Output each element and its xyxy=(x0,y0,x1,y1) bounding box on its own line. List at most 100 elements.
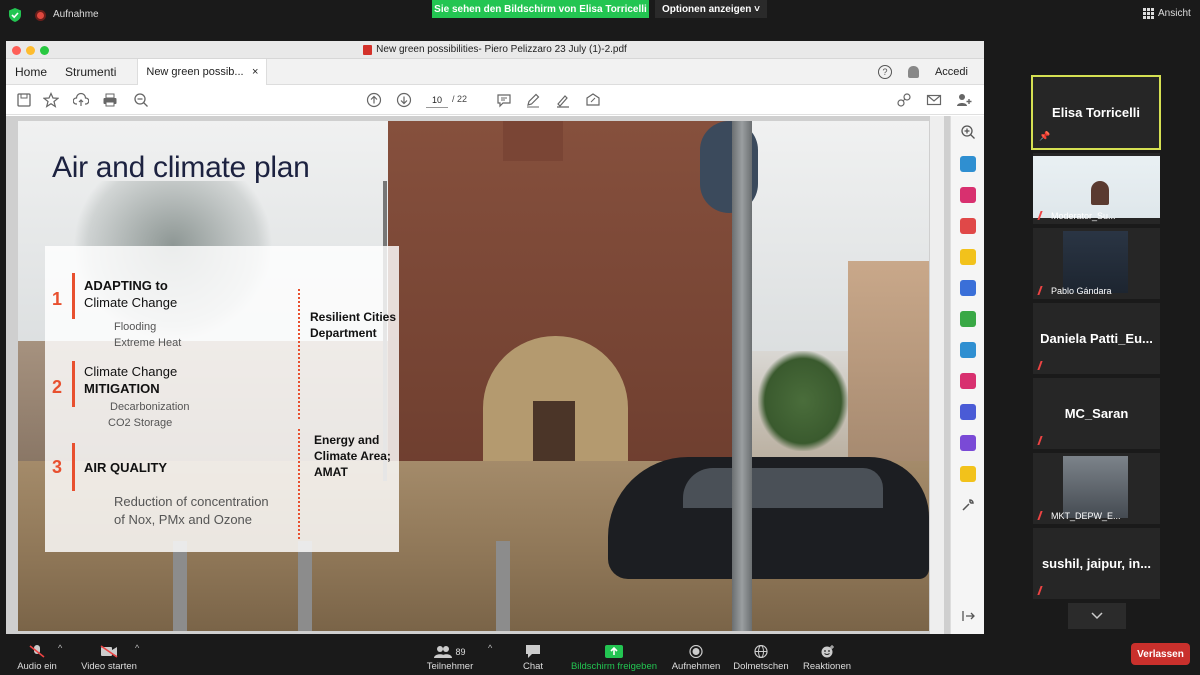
gallery-tile[interactable]: sushil, jaipur, in... xyxy=(1033,528,1160,599)
participants-button[interactable]: 89 Teilnehmer xyxy=(424,645,476,672)
close-tab-icon[interactable]: × xyxy=(252,66,258,78)
slide-photo-apartments xyxy=(848,261,929,461)
gallery-tile[interactable]: MC_Saran xyxy=(1033,378,1160,449)
share-screen-button[interactable]: Bildschirm freigeben xyxy=(568,645,660,672)
tab-document[interactable]: New green possib... × xyxy=(137,58,268,85)
item-3-sub-1: Reduction of concentration xyxy=(114,494,269,509)
export-pdf-icon[interactable] xyxy=(960,156,976,172)
bookmark-star-icon[interactable] xyxy=(43,92,59,108)
highlight-pen-icon[interactable] xyxy=(525,92,541,108)
gallery-name: Elisa Torricelli xyxy=(1052,105,1140,120)
protect-icon[interactable] xyxy=(960,404,976,420)
more-tools-wrench-icon[interactable] xyxy=(960,497,976,513)
zoom-out-icon[interactable] xyxy=(133,92,149,108)
create-pdf-icon[interactable] xyxy=(960,218,976,234)
minimize-window-button[interactable] xyxy=(26,46,35,55)
item-2-heading-bold: MITIGATION xyxy=(84,381,160,396)
notifications-bell-icon[interactable] xyxy=(907,66,919,78)
print-icon[interactable] xyxy=(102,92,118,108)
audio-button[interactable]: Audio ein xyxy=(14,645,60,672)
gallery-tile[interactable]: Daniela Patti_Eu... xyxy=(1033,303,1160,374)
divider-dotted-2 xyxy=(298,429,300,539)
item-1-heading: ADAPTING to Climate Change xyxy=(84,277,177,311)
tab-bar-right: ? Accedi xyxy=(877,59,968,85)
participants-count: 89 xyxy=(455,646,466,657)
edit-pdf-icon[interactable] xyxy=(960,311,976,327)
collapse-rail-icon[interactable] xyxy=(960,608,976,624)
add-user-icon[interactable] xyxy=(956,92,972,108)
participants-options-caret[interactable]: ^ xyxy=(488,643,492,653)
gallery-scroll-down-button[interactable] xyxy=(1068,603,1126,629)
item-3-heading-bold: AIR QUALITY xyxy=(84,460,168,475)
next-page-icon[interactable] xyxy=(396,92,412,108)
cloud-upload-icon[interactable] xyxy=(73,92,89,108)
sign-in-link[interactable]: Accedi xyxy=(935,66,968,78)
chat-label: Chat xyxy=(522,661,544,672)
acrobat-toolbar: 10 / 22 xyxy=(6,85,984,115)
tab-home[interactable]: Home xyxy=(6,65,56,79)
help-icon[interactable]: ? xyxy=(877,65,892,79)
mic-muted-icon xyxy=(29,645,45,658)
save-icon[interactable] xyxy=(16,92,32,108)
mic-muted-icon xyxy=(1037,361,1049,370)
gallery-tile[interactable]: Pablo Gándara xyxy=(1033,228,1160,299)
slide-photo-sign-pole xyxy=(732,121,752,631)
window-title: New green possibilities- Piero Pelizzaro… xyxy=(363,44,627,55)
vertical-scrollbar[interactable] xyxy=(930,116,944,634)
slide-photo-car-window xyxy=(683,468,883,508)
zoom-window-button[interactable] xyxy=(40,46,49,55)
request-signature-icon[interactable] xyxy=(960,435,976,451)
item-3-heading: AIR QUALITY xyxy=(84,459,167,476)
item-1-bar xyxy=(72,273,75,319)
mic-muted-icon xyxy=(1037,436,1049,445)
leave-meeting-button[interactable]: Verlassen xyxy=(1131,643,1190,665)
previous-page-icon[interactable] xyxy=(366,92,382,108)
combine-files-icon[interactable] xyxy=(960,280,976,296)
item-2-sub-1: Decarbonization xyxy=(110,401,190,413)
item-3-bar xyxy=(72,443,75,491)
close-window-button[interactable] xyxy=(12,46,21,55)
gallery-tile[interactable]: Moderator_Su... xyxy=(1033,153,1160,224)
item-3-sub-2: of Nox, PMx and Ozone xyxy=(114,512,253,527)
recording-label[interactable]: Aufnahme xyxy=(53,9,99,20)
pdf-file-icon xyxy=(363,44,373,55)
page-number-input[interactable]: 10 xyxy=(426,93,448,108)
interpretation-button[interactable]: Dolmetschen xyxy=(732,645,790,672)
gallery-name: Moderator_Su... xyxy=(1051,211,1116,221)
video-off-icon xyxy=(100,645,118,658)
email-icon[interactable] xyxy=(926,92,942,108)
link-share-icon[interactable] xyxy=(896,92,912,108)
tab-tools[interactable]: Strumenti xyxy=(56,65,125,79)
recording-icon xyxy=(35,10,46,21)
page-total: / 22 xyxy=(452,94,468,104)
video-options-caret[interactable]: ^ xyxy=(135,643,139,653)
document-viewer[interactable]: Air and climate plan 1 ADAPTING to Clima… xyxy=(6,116,950,634)
comment-icon[interactable] xyxy=(496,92,512,108)
zoom-in-icon[interactable] xyxy=(960,124,976,140)
window-controls xyxy=(12,46,49,55)
sign-icon[interactable] xyxy=(555,92,571,108)
gallery-tile-active[interactable]: Elisa Torricelli 📌 xyxy=(1031,75,1161,150)
slide-title: Air and climate plan xyxy=(52,151,310,184)
view-button[interactable]: Ansicht xyxy=(1143,8,1191,19)
record-button[interactable]: Aufnehmen xyxy=(670,645,722,672)
organize-pages-icon[interactable] xyxy=(960,187,976,203)
fill-sign-tool-icon[interactable] xyxy=(960,373,976,389)
gallery-tile[interactable]: MKT_DEPW_E... xyxy=(1033,453,1160,524)
chat-bubble-icon xyxy=(526,645,540,658)
reactions-button[interactable]: Reaktionen xyxy=(800,645,854,672)
slide-page: Air and climate plan 1 ADAPTING to Clima… xyxy=(18,121,929,631)
window-titlebar: New green possibilities- Piero Pelizzaro… xyxy=(6,41,984,59)
audio-options-caret[interactable]: ^ xyxy=(58,643,62,653)
shield-check-icon[interactable] xyxy=(8,8,22,22)
interpretation-label: Dolmetschen xyxy=(733,661,789,672)
chat-button[interactable]: Chat xyxy=(518,645,548,672)
scan-ocr-icon[interactable] xyxy=(960,342,976,358)
view-options-button[interactable]: Optionen anzeigen ˅ xyxy=(655,0,767,18)
send-for-comments-icon[interactable] xyxy=(960,466,976,482)
fill-sign-icon[interactable] xyxy=(585,92,601,108)
gallery-name: MC_Saran xyxy=(1064,406,1129,421)
video-button[interactable]: Video starten xyxy=(78,645,140,672)
item-1-heading-rest: Climate Change xyxy=(84,295,178,310)
comment-tool-icon[interactable] xyxy=(960,249,976,265)
